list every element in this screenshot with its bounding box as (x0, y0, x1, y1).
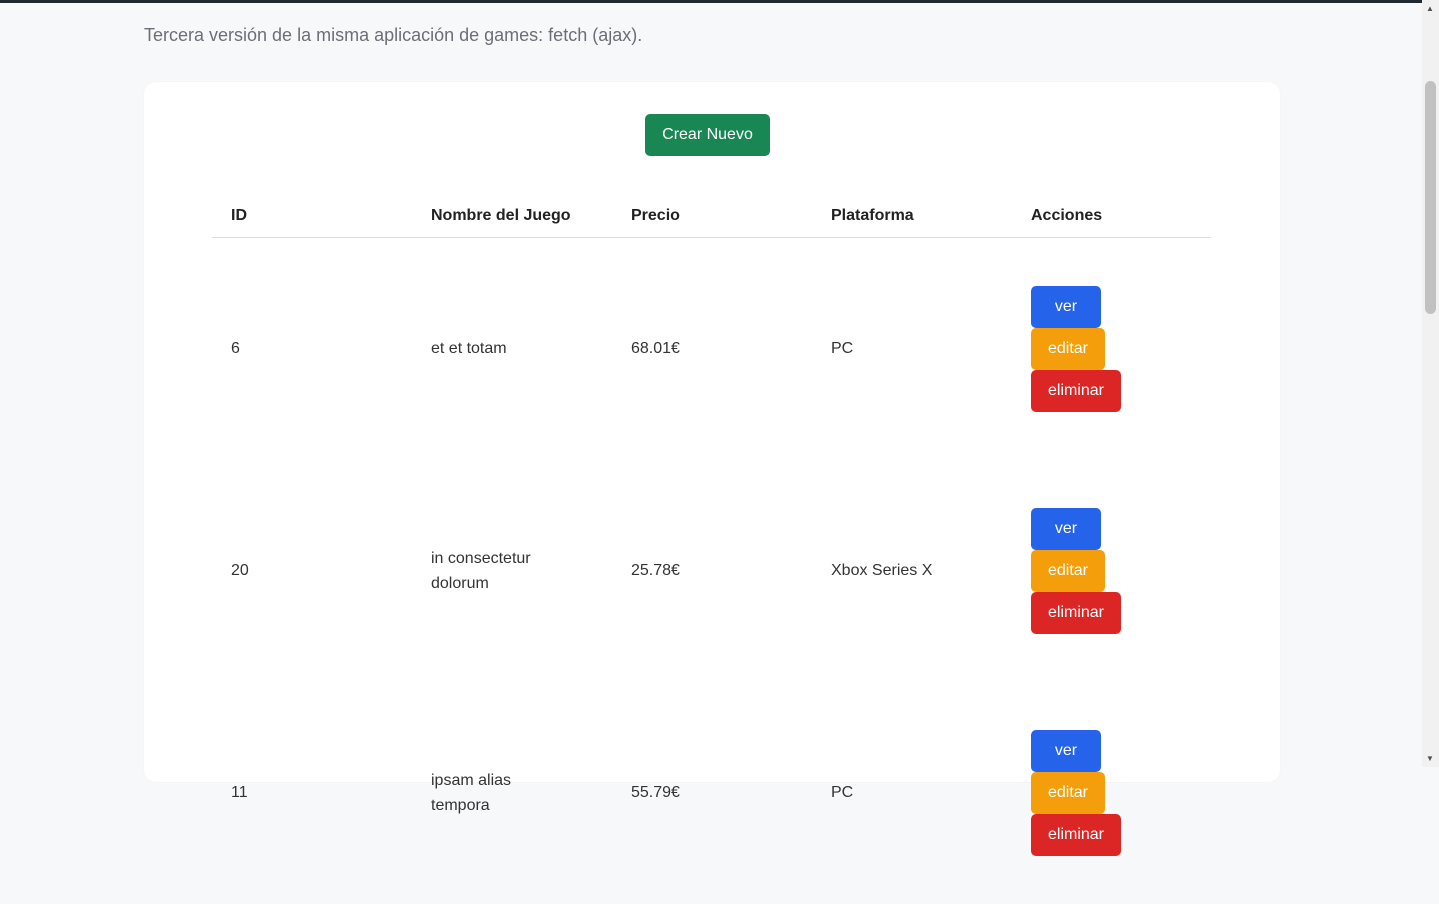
delete-button[interactable]: eliminar (1031, 813, 1121, 856)
cell-name: et et totam (412, 237, 612, 460)
scroll-down-icon[interactable]: ▼ (1426, 754, 1434, 763)
view-button[interactable]: ver (1031, 285, 1101, 328)
header-id: ID (212, 196, 412, 238)
top-border (0, 0, 1423, 3)
delete-button[interactable]: eliminar (1031, 591, 1121, 634)
view-button[interactable]: ver (1031, 507, 1101, 550)
scroll-thumb[interactable] (1425, 81, 1436, 314)
table-row: 6 et et totam 68.01€ PC ver editar elimi… (212, 237, 1211, 460)
games-table: ID Nombre del Juego Precio Plataforma Ac… (212, 196, 1211, 904)
cell-id: 11 (231, 784, 248, 801)
cell-platform: Xbox Series X (831, 562, 933, 579)
header-actions: Acciones (1012, 196, 1211, 238)
cell-id: 6 (231, 340, 240, 357)
actions-group: ver editar eliminar (1031, 507, 1211, 634)
cell-name: ipsam alias tempora (412, 682, 612, 904)
edit-button[interactable]: editar (1031, 771, 1105, 814)
cell-platform: PC (831, 784, 854, 801)
cell-name-text: et et totam (431, 340, 507, 357)
actions-group: ver editar eliminar (1031, 285, 1211, 412)
header-name: Nombre del Juego (412, 196, 612, 238)
cell-name-text: in consectetur dolorum (431, 549, 531, 592)
table-row: 11 ipsam alias tempora 55.79€ PC ver edi… (212, 682, 1211, 904)
header-platform: Plataforma (812, 196, 1012, 238)
cell-price: 68.01€ (631, 340, 680, 357)
cell-price: 55.79€ (631, 784, 680, 801)
cell-platform: PC (831, 340, 854, 357)
cell-id: 20 (231, 562, 249, 579)
view-button[interactable]: ver (1031, 729, 1101, 772)
cell-price: 25.78€ (631, 562, 680, 579)
cell-actions: ver editar eliminar (1012, 682, 1211, 904)
scroll-up-icon[interactable]: ▲ (1426, 4, 1434, 13)
page-subtitle: Tercera versión de la misma aplicación d… (144, 25, 643, 45)
cell-name-text: ipsam alias tempora (431, 771, 512, 814)
cell-actions: ver editar eliminar (1012, 460, 1211, 682)
header-price: Precio (612, 196, 812, 238)
actions-group: ver editar eliminar (1031, 729, 1211, 856)
delete-button[interactable]: eliminar (1031, 369, 1121, 412)
vertical-scrollbar[interactable]: ▲ ▼ (1422, 0, 1439, 767)
edit-button[interactable]: editar (1031, 327, 1105, 370)
create-new-button[interactable]: Crear Nuevo (645, 114, 770, 156)
cell-actions: ver editar eliminar (1012, 237, 1211, 460)
edit-button[interactable]: editar (1031, 549, 1105, 592)
table-row: 20 in consectetur dolorum 25.78€ Xbox Se… (212, 460, 1211, 682)
table-header-row: ID Nombre del Juego Precio Plataforma Ac… (212, 196, 1211, 238)
cell-name: in consectetur dolorum (412, 460, 612, 682)
